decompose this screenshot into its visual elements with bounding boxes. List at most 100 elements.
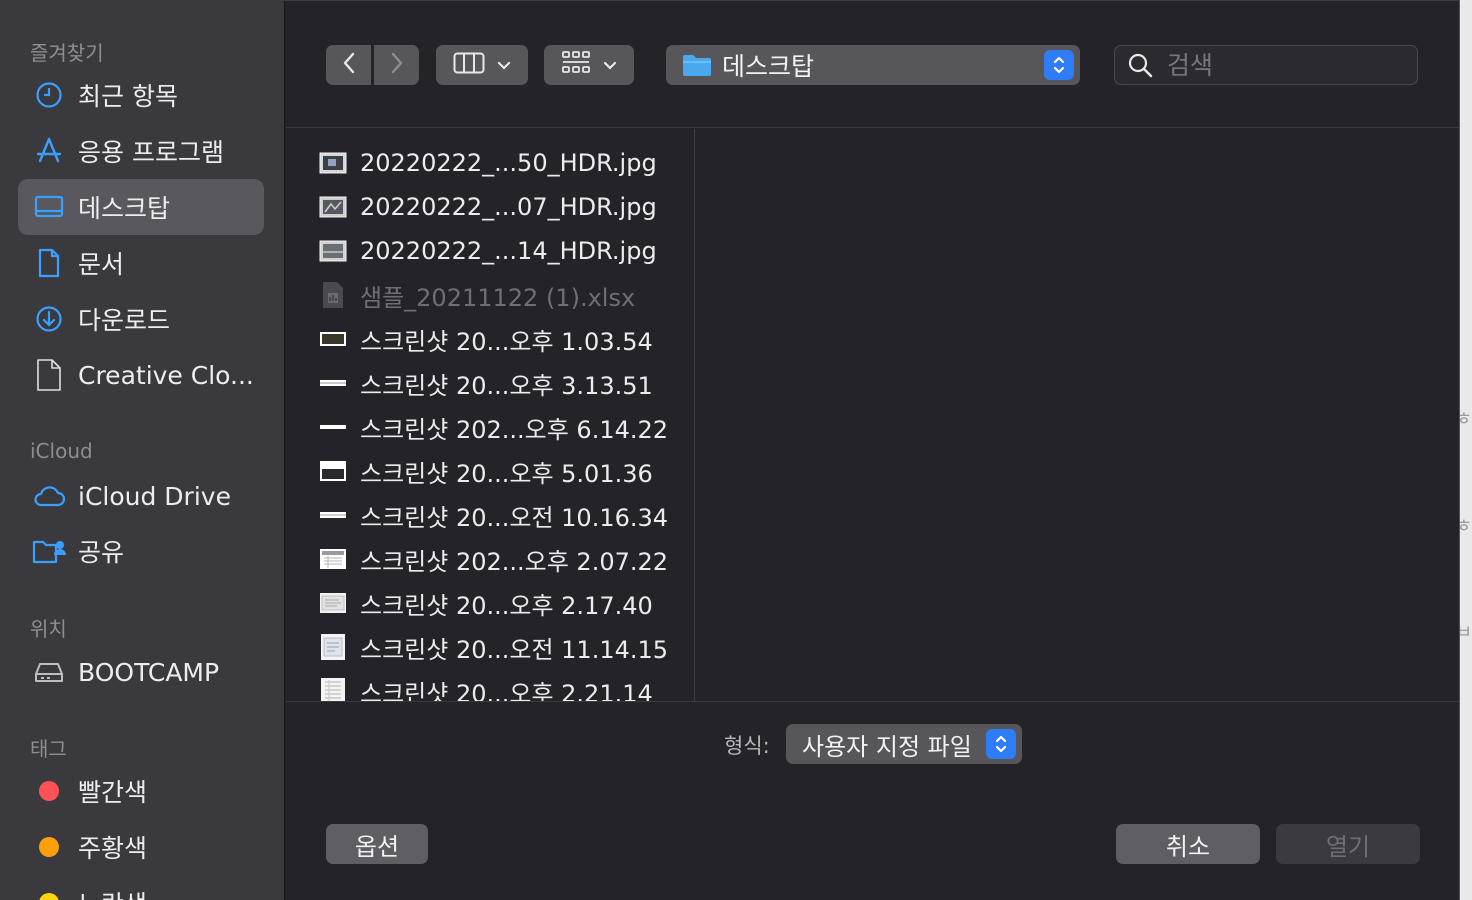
file-name: 스크린샷 20...오후 3.13.51	[360, 371, 653, 400]
search-icon	[1127, 52, 1153, 78]
sidebar-item-label: 주황색	[78, 834, 148, 863]
updown-chevron-icon	[1044, 50, 1074, 80]
file-row[interactable]: 스크린샷 202...오후 2.07.22	[318, 539, 668, 579]
file-row[interactable]: 스크린샷 20...오후 3.13.51	[318, 363, 653, 403]
tags-section-title: 태그	[30, 737, 67, 761]
chevron-down-icon	[497, 56, 511, 75]
desktop-icon	[32, 190, 66, 224]
sidebar: 즐겨찾기 최근 항목 응용 프로그램 데스크탑 문서 다운로드 Creative…	[0, 1, 285, 900]
file-row[interactable]: 20220222_...50_HDR.jpg	[318, 143, 657, 183]
sidebar-item-tag-orange[interactable]: 주황색	[18, 819, 264, 875]
sidebar-item-label: iCloud Drive	[78, 481, 231, 511]
forward-button[interactable]	[374, 45, 419, 85]
file-row[interactable]: 20220222_...14_HDR.jpg	[318, 231, 657, 271]
search-field[interactable]	[1114, 45, 1418, 85]
image-thumbnail-icon	[318, 678, 348, 701]
document-icon	[32, 246, 66, 280]
file-row[interactable]: 스크린샷 20...오전 11.14.15	[318, 627, 668, 667]
format-value: 사용자 지정 파일	[802, 732, 972, 761]
tag-dot	[39, 781, 59, 801]
clock-icon	[32, 78, 66, 112]
image-thumbnail-icon	[318, 416, 348, 438]
sidebar-item-downloads[interactable]: 다운로드	[18, 291, 264, 347]
file-name: 샘플_20211122 (1).xlsx	[360, 283, 636, 312]
columns-icon	[453, 52, 485, 78]
image-thumbnail-icon	[318, 460, 348, 482]
shared-folder-icon	[32, 534, 66, 568]
image-thumbnail-icon	[318, 152, 348, 174]
sidebar-item-label: 문서	[78, 250, 125, 279]
format-popup[interactable]: 사용자 지정 파일	[786, 724, 1022, 764]
image-thumbnail-icon	[318, 592, 348, 614]
image-thumbnail-icon	[318, 504, 348, 526]
open-button[interactable]: 열기	[1276, 824, 1420, 864]
file-row[interactable]: 스크린샷 20...오후 2.17.40	[318, 583, 653, 623]
file-name: 20220222_...07_HDR.jpg	[360, 193, 657, 221]
dialog-footer: 형식: 사용자 지정 파일 옵션 취소 열기	[286, 701, 1459, 900]
image-thumbnail-icon	[318, 372, 348, 394]
sidebar-item-applications[interactable]: 응용 프로그램	[18, 123, 264, 179]
updown-chevron-icon	[986, 729, 1016, 759]
sidebar-item-creative-cloud[interactable]: Creative Clo...	[18, 347, 264, 403]
download-icon	[32, 302, 66, 336]
file-row[interactable]: 스크린샷 20...오후 2.21.14	[318, 671, 653, 701]
image-thumbnail-icon	[318, 548, 348, 570]
grid-icon	[561, 50, 591, 80]
sidebar-item-icloud-drive[interactable]: iCloud Drive	[18, 468, 264, 524]
sidebar-item-bootcamp[interactable]: BOOTCAMP	[18, 644, 264, 700]
locations-section-title: 위치	[30, 617, 67, 641]
open-file-dialog: 즐겨찾기 최근 항목 응용 프로그램 데스크탑 문서 다운로드 Creative…	[0, 0, 1460, 900]
chevron-left-icon	[342, 52, 356, 78]
sidebar-item-label: 다운로드	[78, 306, 171, 335]
cloud-icon	[32, 479, 66, 513]
sidebar-item-label: 최근 항목	[78, 82, 178, 111]
file-name: 스크린샷 20...오후 1.03.54	[360, 327, 653, 356]
image-thumbnail-icon	[318, 196, 348, 218]
preview-pane	[696, 129, 1459, 701]
sidebar-item-desktop[interactable]: 데스크탑	[18, 179, 264, 235]
tag-dot	[39, 837, 59, 857]
file-name: 스크린샷 202...오후 2.07.22	[360, 547, 669, 576]
sidebar-item-label: BOOTCAMP	[78, 657, 220, 687]
group-by-button[interactable]	[544, 45, 634, 85]
search-input[interactable]	[1167, 50, 1407, 80]
sidebar-item-label: 공유	[78, 538, 125, 567]
chevron-right-icon	[390, 52, 404, 78]
file-name: 스크린샷 20...오전 10.16.34	[360, 503, 669, 532]
file-row-disabled: 샘플_20211122 (1).xlsx	[318, 275, 635, 315]
format-label: 형식:	[724, 734, 770, 758]
favorites-section-title: 즐겨찾기	[30, 41, 104, 65]
sidebar-item-label: Creative Clo...	[78, 360, 254, 390]
sidebar-item-label: 응용 프로그램	[78, 138, 224, 167]
image-thumbnail-icon	[318, 634, 348, 660]
sidebar-item-recents[interactable]: 최근 항목	[18, 67, 264, 123]
cancel-button[interactable]: 취소	[1116, 824, 1260, 864]
file-name: 스크린샷 20...오후 5.01.36	[360, 459, 653, 488]
file-row[interactable]: 20220222_...07_HDR.jpg	[318, 187, 657, 227]
file-list: 20220222_...50_HDR.jpg 20220222_...07_HD…	[286, 129, 695, 701]
sidebar-item-documents[interactable]: 문서	[18, 235, 264, 291]
drive-icon	[32, 655, 66, 689]
sidebar-item-tag-yellow[interactable]: 노란색	[18, 875, 264, 900]
sidebar-item-tag-red[interactable]: 빨간색	[18, 763, 264, 819]
file-row[interactable]: 스크린샷 20...오후 1.03.54	[318, 319, 653, 359]
back-button[interactable]	[326, 45, 371, 85]
file-row[interactable]: 스크린샷 20...오후 5.01.36	[318, 451, 653, 491]
file-icon	[32, 358, 66, 392]
sidebar-item-label: 빨간색	[78, 778, 148, 807]
file-name: 스크린샷 20...오전 11.14.15	[360, 635, 669, 664]
folder-icon	[682, 53, 712, 77]
view-mode-button[interactable]	[436, 45, 528, 85]
file-name: 스크린샷 20...오후 2.21.14	[360, 679, 653, 702]
file-row[interactable]: 스크린샷 202...오후 6.14.22	[318, 407, 668, 447]
sidebar-item-label: 데스크탑	[78, 194, 171, 223]
toolbar: 데스크탑	[286, 1, 1459, 128]
spreadsheet-icon	[318, 282, 348, 308]
file-name: 20220222_...50_HDR.jpg	[360, 149, 657, 177]
sidebar-item-shared[interactable]: 공유	[18, 523, 264, 579]
location-popup[interactable]: 데스크탑	[666, 45, 1080, 85]
file-name: 스크린샷 20...오후 2.17.40	[360, 591, 653, 620]
file-name: 스크린샷 202...오후 6.14.22	[360, 415, 669, 444]
options-button[interactable]: 옵션	[326, 824, 428, 864]
file-row[interactable]: 스크린샷 20...오전 10.16.34	[318, 495, 668, 535]
